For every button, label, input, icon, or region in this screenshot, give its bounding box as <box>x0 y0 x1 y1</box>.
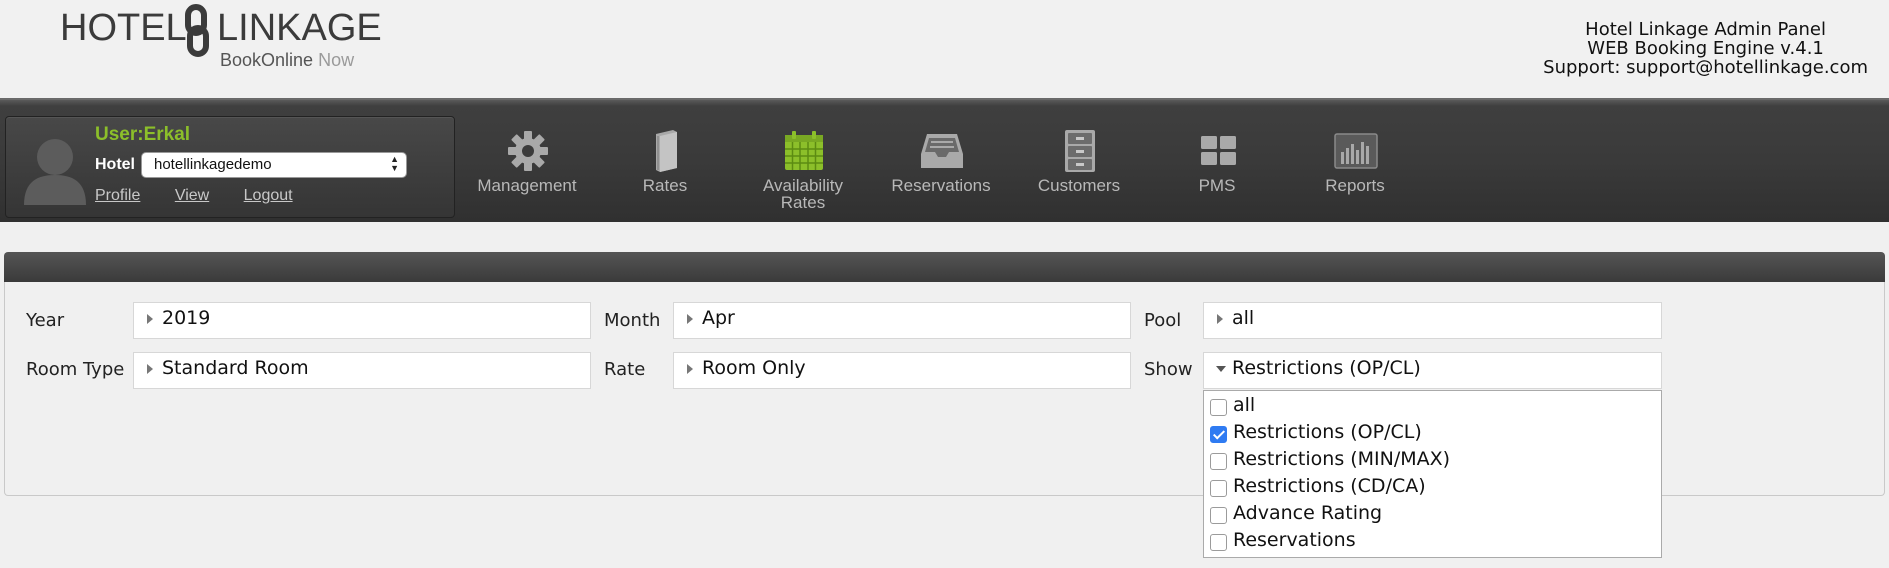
pool-label: Pool <box>1144 310 1182 331</box>
book-icon <box>656 130 677 172</box>
year-label: Year <box>26 310 65 331</box>
nav-pms[interactable]: PMS <box>1152 122 1282 222</box>
user-panel: User:Erkal Hotel hotellinkagedemo ▲ ▼ Pro… <box>5 116 455 218</box>
support-contact: Support: support@hotellinkage.com <box>1543 57 1868 78</box>
nav-pms-label: PMS <box>1198 176 1236 195</box>
logo-word-hotel: HOTEL <box>60 7 187 49</box>
user-name: User:Erkal <box>95 124 191 145</box>
checkbox[interactable] <box>1210 480 1227 497</box>
logo-word-linkage: LINKAGE <box>217 7 382 49</box>
nav-rates-label: Rates <box>642 176 688 195</box>
year-select[interactable]: 2019 <box>133 302 591 339</box>
logout-link[interactable]: Logout <box>244 187 293 204</box>
checkbox-checked[interactable] <box>1210 426 1227 443</box>
option-label: all <box>1233 394 1256 416</box>
year-value: 2019 <box>162 307 211 329</box>
caret-right-icon <box>147 314 153 324</box>
option-label: Restrictions (MIN/MAX) <box>1233 448 1451 470</box>
option-label: Reservations <box>1233 529 1356 551</box>
profile-link[interactable]: Profile <box>95 187 140 204</box>
nav-management-label: Management <box>477 176 577 195</box>
hotel-select[interactable]: hotellinkagedemo ▲ ▼ <box>141 152 407 178</box>
nav-reservations-label: Reservations <box>891 176 991 195</box>
checkbox[interactable] <box>1210 507 1227 524</box>
rate-value: Room Only <box>702 357 806 379</box>
panel-title: Hotel Linkage Admin Panel <box>1585 19 1827 40</box>
nav-customers-label: Customers <box>1037 176 1121 195</box>
pool-select[interactable]: all <box>1203 302 1662 339</box>
user-links: Profile View Logout <box>95 187 323 205</box>
month-select[interactable]: Apr <box>673 302 1131 339</box>
option-label: Advance Rating <box>1233 502 1383 524</box>
month-label: Month <box>604 310 661 331</box>
nav-management[interactable]: Management <box>462 122 592 222</box>
nav-reservations[interactable]: Reservations <box>876 122 1006 222</box>
gear-icon <box>508 131 548 171</box>
caret-right-icon <box>147 364 153 374</box>
caret-down-icon <box>1216 366 1226 372</box>
hotel-label: Hotel <box>95 156 135 173</box>
nav-reports[interactable]: Reports <box>1290 122 1420 222</box>
show-value: Restrictions (OP/CL) <box>1232 357 1421 379</box>
rate-select[interactable]: Room Only <box>673 352 1131 389</box>
nav-availability-rates[interactable]: Availability Rates <box>738 122 868 222</box>
inbox-tray-icon <box>921 134 963 168</box>
view-link[interactable]: View <box>175 187 209 204</box>
option-label: Restrictions (OP/CL) <box>1233 421 1422 443</box>
nav-rates[interactable]: Rates <box>600 122 730 222</box>
hotel-linkage-logo[interactable]: HOTEL LINKAGE BookOnline Now <box>60 2 382 74</box>
checkbox[interactable] <box>1210 399 1227 416</box>
show-dropdown-list: all Restrictions (OP/CL) Restrictions (M… <box>1203 390 1662 558</box>
panel-info: Hotel Linkage Admin Panel WEB Booking En… <box>1543 20 1868 77</box>
month-value: Apr <box>702 307 735 329</box>
nav-availability-rates-label: Availability Rates <box>762 176 843 212</box>
room-type-label: Room Type <box>26 359 125 380</box>
caret-right-icon <box>687 314 693 324</box>
pool-value: all <box>1232 307 1255 329</box>
rate-label: Rate <box>604 359 646 380</box>
chain-link-icon <box>185 4 209 57</box>
select-arrows-icon: ▲ ▼ <box>390 154 399 173</box>
logo-tagline: BookOnline Now <box>220 50 354 70</box>
panel-header-bar <box>4 252 1885 282</box>
room-type-value: Standard Room <box>162 357 309 379</box>
engine-version: WEB Booking Engine v.4.1 <box>1587 38 1824 59</box>
avatar <box>24 139 86 205</box>
top-header: HOTEL LINKAGE BookOnline Now Hotel Linka… <box>0 0 1889 98</box>
room-type-select[interactable]: Standard Room <box>133 352 591 389</box>
calendar-icon <box>785 131 823 170</box>
hotel-select-value: hotellinkagedemo <box>154 156 272 173</box>
nav-customers[interactable]: Customers <box>1014 122 1144 222</box>
logo-tagline-now: Now <box>318 50 355 70</box>
checkbox[interactable] <box>1210 534 1227 551</box>
grid-tiles-icon <box>1201 136 1236 165</box>
option-label: Restrictions (CD/CA) <box>1233 475 1426 497</box>
show-label: Show <box>1144 359 1193 380</box>
logo-tagline-bookonline: BookOnline <box>220 50 314 70</box>
caret-right-icon <box>1217 314 1223 324</box>
checkbox[interactable] <box>1210 453 1227 470</box>
bar-chart-icon <box>1334 133 1378 169</box>
nav-reports-label: Reports <box>1325 176 1385 195</box>
show-select[interactable]: Restrictions (OP/CL) <box>1203 352 1662 389</box>
caret-right-icon <box>687 364 693 374</box>
filing-cabinet-icon <box>1065 130 1095 172</box>
